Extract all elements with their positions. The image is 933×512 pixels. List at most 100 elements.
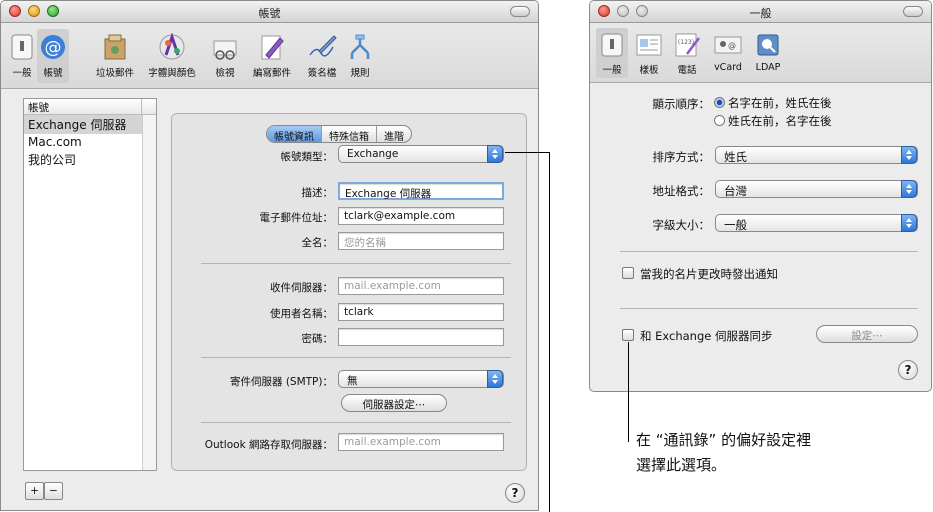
username-field[interactable]: tclark xyxy=(338,303,504,321)
toolbar-item-phone[interactable]: (123) 電話 xyxy=(670,32,704,76)
tab-special-mailboxes[interactable]: 特殊信箱 xyxy=(322,126,377,142)
font-size-popup[interactable]: 一般 xyxy=(715,214,918,232)
toolbar-item-vcard[interactable]: @ vCard xyxy=(708,32,748,73)
callout-text: 在 “通訊錄” 的偏好設定裡 選擇此選項。 xyxy=(636,428,811,478)
fullname-field[interactable]: 您的名稱 xyxy=(338,232,504,250)
exchange-sync-checkbox[interactable] xyxy=(622,329,634,341)
divider xyxy=(620,308,918,309)
title-bar: 帳號 xyxy=(1,1,538,23)
switch-icon xyxy=(11,34,33,60)
toolbar-item-viewing[interactable]: 檢視 xyxy=(205,33,245,79)
radio-unselected-icon xyxy=(714,115,725,126)
callout-line-left-vertical xyxy=(549,152,550,512)
sort-popup[interactable]: 姓氏 xyxy=(715,146,918,164)
at-sign-icon: @ xyxy=(41,35,65,59)
account-type-value: Exchange xyxy=(347,148,399,160)
window-title: 一般 xyxy=(749,7,772,20)
popup-arrows-icon xyxy=(901,180,917,198)
smtp-value: 無 xyxy=(347,375,358,387)
sync-settings-button[interactable]: 設定⋯ xyxy=(816,325,918,343)
accounts-header-label: 帳號 xyxy=(28,102,49,114)
toolbar-label-composing: 編寫郵件 xyxy=(252,68,291,79)
toolbar-item-template[interactable]: 樣板 xyxy=(632,32,666,76)
smtp-label: 寄件伺服器 (SMTP)： xyxy=(229,376,333,388)
display-order-option-first[interactable]: 名字在前，姓氏在後 xyxy=(714,95,832,111)
svg-text:@: @ xyxy=(728,41,736,50)
junk-mail-icon xyxy=(104,34,126,60)
svg-text:@: @ xyxy=(45,38,62,58)
account-item-exchange[interactable]: Exchange 伺服器 xyxy=(24,115,156,134)
fullname-label: 全名： xyxy=(301,237,334,249)
description-field[interactable]: Exchange 伺服器 xyxy=(338,182,504,200)
tab-account-info[interactable]: 帳號資訊 xyxy=(267,126,322,142)
add-account-button[interactable]: + xyxy=(25,482,44,500)
list-scrollbar-track[interactable] xyxy=(142,115,156,470)
toolbar-item-fonts-colors[interactable]: 字體與顏色 xyxy=(140,33,204,79)
description-label: 描述： xyxy=(301,187,334,199)
owa-field[interactable]: mail.example.com xyxy=(338,433,504,451)
password-label: 密碼： xyxy=(301,333,334,345)
template-icon xyxy=(636,34,662,56)
toolbar-label-vcard: vCard xyxy=(714,62,742,73)
toolbar-item-rules[interactable]: 規則 xyxy=(343,33,377,79)
owa-label: Outlook 網路存取伺服器： xyxy=(204,439,333,451)
help-button[interactable]: ? xyxy=(898,360,918,380)
accounts-list[interactable]: 帳號 Exchange 伺服器 Mac.com 我的公司 xyxy=(23,98,157,471)
callout-line-2: 選擇此選項。 xyxy=(636,456,727,474)
title-bar: 一般 xyxy=(590,1,931,23)
font-size-value: 一般 xyxy=(724,218,747,232)
window-title: 帳號 xyxy=(258,7,281,20)
toolbar-label-ldap: LDAP xyxy=(755,62,781,73)
help-button[interactable]: ? xyxy=(505,483,525,503)
sort-value: 姓氏 xyxy=(724,150,747,164)
email-label: 電子郵件位址： xyxy=(259,212,334,224)
account-type-label: 帳號類型： xyxy=(280,151,334,163)
popup-arrows-icon xyxy=(901,214,917,232)
switch-icon xyxy=(601,33,623,57)
tab-advanced[interactable]: 進階 xyxy=(377,126,411,142)
toolbar-item-accounts[interactable]: @ 帳號 xyxy=(37,29,69,83)
toolbar-toggle-button[interactable] xyxy=(510,6,530,17)
display-order-option-last[interactable]: 姓氏在前，名字在後 xyxy=(714,113,832,129)
toolbar-label-rules: 規則 xyxy=(350,68,370,79)
sort-label: 排序方式： xyxy=(652,150,711,164)
toolbar: 一般 @ 帳號 垃圾郵件 字體與顏色 檢視 編寫郵件 簽名檔 規則 xyxy=(1,23,538,89)
username-label: 使用者名稱： xyxy=(270,308,333,320)
popup-arrows-icon xyxy=(901,146,917,164)
toolbar-label-accounts: 帳號 xyxy=(43,68,63,79)
email-field[interactable]: tclark@example.com xyxy=(338,207,504,225)
rules-icon xyxy=(350,34,370,59)
divider xyxy=(201,263,511,264)
incoming-server-field[interactable]: mail.example.com xyxy=(338,277,504,295)
account-item-mac[interactable]: Mac.com xyxy=(24,134,156,150)
ldap-disk-icon xyxy=(757,34,779,56)
smtp-popup[interactable]: 無 xyxy=(338,370,504,388)
remove-account-button[interactable]: − xyxy=(44,482,63,500)
toolbar-label-junk: 垃圾郵件 xyxy=(95,68,134,79)
toolbar-item-junk[interactable]: 垃圾郵件 xyxy=(91,33,139,79)
toolbar: 一般 樣板 (123) 電話 @ vCard LDAP xyxy=(590,23,931,83)
address-format-popup[interactable]: 台灣 xyxy=(715,180,918,198)
svg-text:(123): (123) xyxy=(678,39,694,46)
toolbar-item-general[interactable]: 一般 xyxy=(7,33,37,79)
callout-line-1: 在 “通訊錄” 的偏好設定裡 xyxy=(636,431,812,449)
toolbar-label-viewing: 檢視 xyxy=(215,68,235,79)
address-book-preferences-window: 一般 一般 樣板 (123) 電話 @ vCard LDAP 顯示順序： 名字在… xyxy=(589,0,932,392)
divider xyxy=(201,422,511,423)
callout-line-right xyxy=(628,342,629,442)
password-field[interactable] xyxy=(338,328,504,346)
toolbar-item-ldap[interactable]: LDAP xyxy=(752,32,784,73)
notify-checkbox[interactable] xyxy=(622,267,634,279)
toolbar-toggle-button[interactable] xyxy=(903,6,923,17)
toolbar-item-signatures[interactable]: 簽名檔 xyxy=(302,33,342,79)
account-type-popup[interactable]: Exchange xyxy=(338,145,504,163)
server-settings-button[interactable]: 伺服器設定⋯ xyxy=(341,394,447,412)
notify-label: 當我的名片更改時發出通知 xyxy=(640,267,778,281)
toolbar-item-general[interactable]: 一般 xyxy=(596,28,628,78)
toolbar-item-composing[interactable]: 編寫郵件 xyxy=(246,33,298,79)
callout-line-left xyxy=(505,152,550,153)
accounts-list-header: 帳號 xyxy=(24,99,156,115)
account-item-company[interactable]: 我的公司 xyxy=(24,150,156,169)
address-format-value: 台灣 xyxy=(724,184,747,198)
composing-pencil-icon xyxy=(261,35,284,60)
